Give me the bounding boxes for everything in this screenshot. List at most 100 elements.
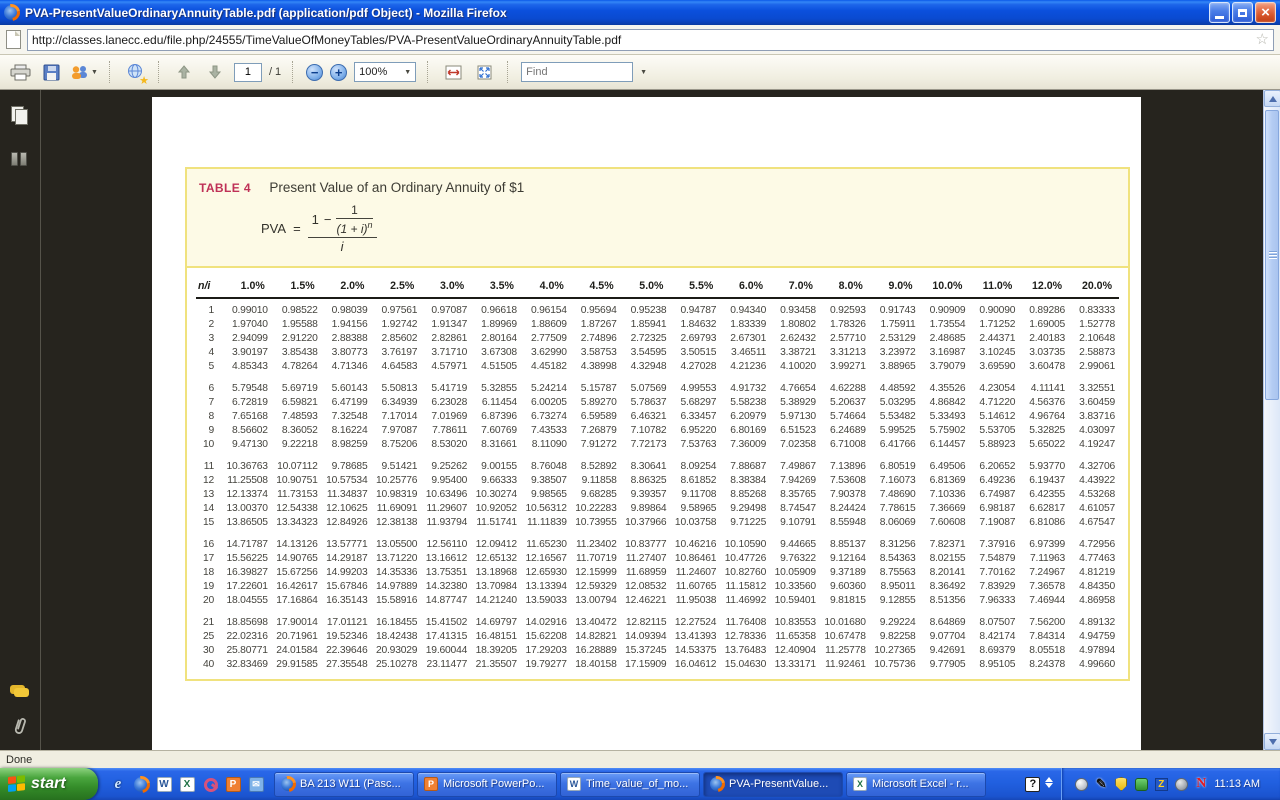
excel-icon[interactable]: X	[180, 777, 195, 792]
table-cell: 4.51505	[471, 360, 521, 374]
access-key-icon[interactable]	[203, 777, 218, 792]
fetch-page-button[interactable]: ★	[123, 59, 147, 85]
tray-expand-chevron[interactable]	[1045, 776, 1053, 792]
tray-volume-icon[interactable]	[1175, 778, 1188, 791]
firefox-launch-icon[interactable]	[133, 776, 149, 792]
table-cell: 5.78637	[621, 396, 671, 410]
powerpoint-icon[interactable]: P	[226, 777, 241, 792]
taskbar-button-pva-pdf[interactable]: PVA-PresentValue...	[703, 772, 843, 797]
table-cell: 11.65358	[770, 630, 820, 644]
outlook-icon[interactable]: ✉	[249, 777, 264, 792]
table-cell: 16.18455	[371, 616, 421, 630]
tray-green-icon[interactable]	[1135, 778, 1148, 791]
table-cell: 1.87267	[571, 318, 621, 332]
fit-page-button[interactable]	[472, 59, 496, 85]
table-cell: 2.74896	[571, 332, 621, 346]
fit-width-button[interactable]	[441, 59, 465, 85]
taskbar-button-powerpoint[interactable]: P Microsoft PowerPo...	[417, 772, 557, 797]
tray-zonealarm-icon[interactable]: Z	[1155, 778, 1168, 791]
table-cell: 9.58965	[670, 502, 720, 516]
comments-panel-icon[interactable]	[10, 685, 30, 700]
table-row: 65.795485.697195.601435.508135.417195.32…	[196, 382, 1119, 396]
bookmarks-panel-icon[interactable]	[11, 152, 29, 166]
table-cell: 1.85941	[621, 318, 671, 332]
bookmark-star-icon[interactable]: ☆	[1256, 32, 1269, 47]
table-cell: 4.11141	[1019, 382, 1069, 396]
page-number-input[interactable]	[234, 63, 262, 82]
toolbar-separator	[292, 61, 295, 83]
next-page-button[interactable]	[203, 59, 227, 85]
table-cell: 8.69379	[969, 644, 1019, 658]
table-cell: 7.96333	[969, 594, 1019, 608]
url-field[interactable]: ☆	[27, 29, 1274, 51]
table-cell: 5.50813	[371, 382, 421, 396]
save-button[interactable]	[39, 59, 63, 85]
table-cell: 25.80771	[222, 644, 272, 658]
taskbar-button-word[interactable]: W Time_value_of_mo...	[560, 772, 700, 797]
table-cell: 17.22601	[222, 580, 272, 594]
word-icon[interactable]: W	[157, 777, 172, 792]
print-button[interactable]	[8, 59, 32, 85]
page-total-label: / 1	[269, 66, 281, 78]
table-cell: 17.15909	[621, 658, 671, 672]
scrollbar-thumb[interactable]	[1265, 110, 1279, 400]
taskbar-button-excel[interactable]: X Microsoft Excel - r...	[846, 772, 986, 797]
find-dropdown-icon[interactable]: ▼	[640, 69, 647, 76]
table-cell: 16.35143	[322, 594, 372, 608]
table-cell: 8.75563	[870, 566, 920, 580]
table-cell: 16.42617	[272, 580, 322, 594]
restore-button[interactable]	[1232, 2, 1253, 23]
table-cell: 7.16073	[870, 474, 920, 488]
table-cell: 9.82258	[870, 630, 920, 644]
tray-messenger-icon[interactable]	[1075, 778, 1088, 791]
find-field[interactable]	[521, 62, 633, 82]
table-cell: 12.46221	[621, 594, 671, 608]
table-cell: 9.60360	[820, 580, 870, 594]
table-cell: 4.48592	[870, 382, 920, 396]
find-input[interactable]	[526, 66, 628, 78]
table-cell: 9.47130	[222, 438, 272, 452]
attachments-paperclip-icon[interactable]	[12, 716, 28, 736]
table-cell: 14.35336	[371, 566, 421, 580]
previous-page-button[interactable]	[172, 59, 196, 85]
scroll-down-button[interactable]	[1264, 733, 1280, 750]
header-cell: 10.0%	[920, 277, 970, 298]
table-cell: 5.14612	[969, 410, 1019, 424]
table-title: Present Value of an Ordinary Annuity of …	[269, 180, 524, 195]
row-label: 5	[196, 360, 222, 374]
help-icon[interactable]: ?	[1025, 777, 1040, 792]
table-cell: 8.30641	[621, 460, 671, 474]
table-cell: 0.98522	[272, 298, 322, 318]
table-cell: 5.60143	[322, 382, 372, 396]
close-button[interactable]: ×	[1255, 2, 1276, 23]
tray-novell-icon[interactable]: N	[1194, 777, 1208, 791]
toolbar-separator	[427, 61, 430, 83]
table-cell: 3.10245	[969, 346, 1019, 360]
table-cell: 4.03097	[1069, 424, 1119, 438]
minimize-button[interactable]	[1209, 2, 1230, 23]
pages-panel-icon[interactable]	[11, 106, 29, 126]
internet-explorer-icon[interactable]: e	[110, 776, 126, 792]
start-button[interactable]: start	[0, 768, 98, 800]
tray-pen-icon[interactable]: ✎	[1094, 777, 1108, 791]
table-cell: 6.80519	[870, 460, 920, 474]
url-input[interactable]	[32, 33, 1256, 47]
zoom-level-select[interactable]: 100% ▼	[354, 62, 416, 82]
table-cell: 10.22283	[571, 502, 621, 516]
scroll-up-button[interactable]	[1264, 90, 1280, 107]
table-cell: 6.20652	[969, 460, 1019, 474]
zoom-in-button[interactable]: +	[330, 64, 347, 81]
email-button[interactable]: ▼	[70, 59, 98, 85]
table-cell: 8.64869	[920, 616, 970, 630]
table-cell: 3.32551	[1069, 382, 1119, 396]
group-spacer	[196, 452, 1119, 460]
table-cell: 6.23028	[421, 396, 471, 410]
tray-shield-icon[interactable]	[1115, 777, 1127, 791]
table-cell: 9.76322	[770, 552, 820, 566]
taskbar-button-ba213[interactable]: BA 213 W11 (Pasc...	[274, 772, 414, 797]
zoom-out-button[interactable]: −	[306, 64, 323, 81]
vertical-scrollbar[interactable]	[1263, 90, 1280, 750]
table-cell: 8.55948	[820, 516, 870, 530]
table-cell: 11.29607	[421, 502, 471, 516]
row-label: 9	[196, 424, 222, 438]
